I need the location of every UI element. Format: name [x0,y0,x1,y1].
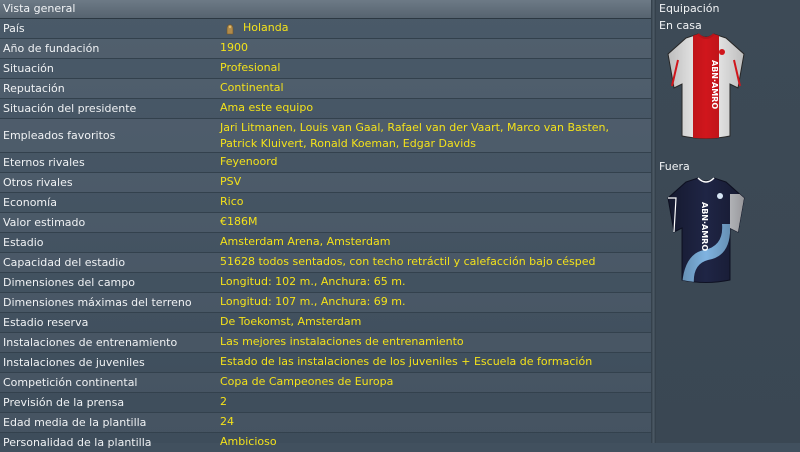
overview-title: Vista general [3,2,76,15]
info-row-stadium: Estadio Amsterdam Arena, Amsterdam [0,233,651,253]
row-label: Año de fundación [3,42,100,55]
away-kit-label: Fuera [659,160,690,173]
row-value: 2 [220,395,227,408]
row-value: Longitud: 102 m., Anchura: 65 m. [220,275,406,288]
row-label: Edad media de la plantilla [3,416,147,429]
row-value: 51628 todos sentados, con techo retrácti… [220,255,596,268]
row-value: 24 [220,415,234,428]
row-label: Dimensiones máximas del terreno [3,296,192,309]
row-value[interactable]: De Toekomst, Amsterdam [220,314,640,330]
info-row-chairman: Situación del presidente Ama este equipo [0,99,651,119]
row-label: Instalaciones de entrenamiento [3,336,178,349]
row-value[interactable]: Amsterdam Arena, Amsterdam [220,234,640,250]
row-label: Situación del presidente [3,102,137,115]
row-label: Economía [3,196,57,209]
row-value[interactable]: Copa de Campeones de Europa [220,374,640,390]
info-row-other-rivals: Otros rivales PSV [0,173,651,193]
row-value: Ambicioso [220,435,277,448]
info-row-founded: Año de fundación 1900 [0,39,651,59]
overview-rows: País Holanda Año de fundación 1900 Situa… [0,19,651,452]
info-row-rivals: Eternos rivales Feyenoord [0,153,651,173]
info-row-training-facilities: Instalaciones de entrenamiento Las mejor… [0,333,651,353]
row-label: Estadio [3,236,44,249]
info-row-favoured-personnel: Empleados favoritos Jari Litmanen, Louis… [0,119,651,153]
info-row-youth-facilities: Instalaciones de juveniles Estado de las… [0,353,651,373]
netherlands-lion-icon [226,24,234,35]
overview-header: Vista general [0,0,651,19]
row-label: Otros rivales [3,176,73,189]
info-row-reserve-stadium: Estadio reserva De Toekomst, Amsterdam [0,313,651,333]
row-label: País [3,22,25,35]
info-row-value: Valor estimado €186M [0,213,651,233]
info-row-status: Situación Profesional [0,59,651,79]
row-label: Dimensiones del campo [3,276,135,289]
row-label: Estadio reserva [3,316,89,329]
row-label: Reputación [3,82,65,95]
info-row-media-prediction: Previsión de la prensa 2 [0,393,651,413]
row-value: Estado de las instalaciones de los juven… [220,355,593,368]
row-value: €186M [220,215,258,228]
row-value: Las mejores instalaciones de entrenamien… [220,335,464,348]
row-value[interactable]: Holanda [243,20,663,36]
kit-panel: Equipación En casa ABN·AMRO Fuera ABN·AM… [656,0,800,443]
row-value: Profesional [220,61,281,74]
row-value: Longitud: 107 m., Anchura: 69 m. [220,295,406,308]
row-label: Eternos rivales [3,156,85,169]
kit-panel-title: Equipación [659,2,720,15]
row-label: Previsión de la prensa [3,396,125,409]
away-kit-shirt[interactable]: ABN·AMRO [664,174,748,286]
info-row-country: País Holanda [0,19,651,39]
row-value: 1900 [220,41,248,54]
info-row-max-dimensions: Dimensiones máximas del terreno Longitud… [0,293,651,313]
row-label: Empleados favoritos [3,129,116,142]
home-kit-sponsor: ABN·AMRO [710,60,719,109]
info-row-average-age: Edad media de la plantilla 24 [0,413,651,433]
info-row-capacity: Capacidad del estadio 51628 todos sentad… [0,253,651,273]
row-label: Situación [3,62,54,75]
row-value: Continental [220,81,284,94]
row-value[interactable]: Feyenoord [220,154,640,170]
row-value[interactable]: PSV [220,174,640,190]
row-value[interactable]: Jari Litmanen, Louis van Gaal, Rafael va… [220,120,640,152]
info-row-continental-competition: Competición continental Copa de Campeone… [0,373,651,393]
row-label: Instalaciones de juveniles [3,356,145,369]
away-kit-sponsor: ABN·AMRO [700,202,709,251]
row-label: Competición continental [3,376,138,389]
row-label: Capacidad del estadio [3,256,126,269]
home-kit-shirt[interactable]: ABN·AMRO [664,30,748,142]
row-label: Valor estimado [3,216,86,229]
info-row-pitch-dimensions: Dimensiones del campo Longitud: 102 m., … [0,273,651,293]
info-row-finances: Economía Rico [0,193,651,213]
overview-panel: Vista general País Holanda Año de fundac… [0,0,651,449]
row-value: Ama este equipo [220,101,314,114]
row-value: Rico [220,195,244,208]
info-row-reputation: Reputación Continental [0,79,651,99]
